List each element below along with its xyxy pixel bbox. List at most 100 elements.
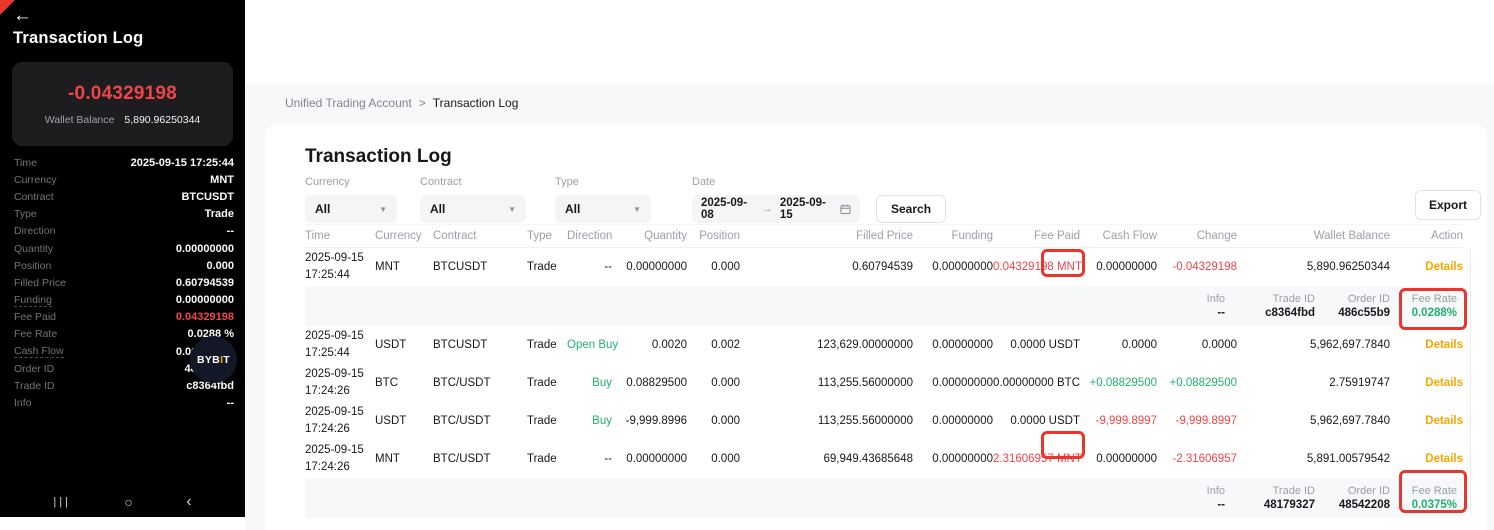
contract-filter-label: Contract <box>420 176 526 188</box>
detail-label: Filled Price <box>14 277 66 289</box>
cell-position: 0.000 <box>687 259 740 276</box>
column-header-type: Type <box>527 230 567 242</box>
cell-contract: BTCUSDT <box>433 337 527 354</box>
cell-currency: MNT <box>375 451 433 468</box>
chevron-down-icon: ▼ <box>379 205 387 214</box>
type-select[interactable]: All ▼ <box>555 195 651 223</box>
cell-change: -0.04329198 <box>1157 259 1237 276</box>
cell-time: 2025-09-1517:24:26 <box>305 366 375 399</box>
cell-contract: BTC/USDT <box>433 451 527 468</box>
cell-time-date: 2025-09-15 <box>305 444 364 456</box>
cell-type: Trade <box>527 337 567 354</box>
detail-label: Funding <box>14 294 52 307</box>
cell-quantity: -9,999.8996 <box>612 413 687 430</box>
expanded-stat-fee-rate: Fee Rate0.0375% <box>1347 485 1457 511</box>
cell-fee_paid: 0.0000 USDT <box>993 413 1080 430</box>
mobile-detail-row: Time2025-09-15 17:25:44 <box>14 154 234 171</box>
details-link[interactable]: Details <box>1390 259 1463 276</box>
wallet-balance-label: Wallet Balance <box>45 114 115 126</box>
summary-card: -0.04329198 Wallet Balance 5,890.9625034… <box>12 62 233 146</box>
cell-quantity: 0.00000000 <box>612 451 687 468</box>
cell-quantity: 0.00000000 <box>612 259 687 276</box>
mobile-detail-row: ContractBTCUSDT <box>14 188 234 205</box>
cell-time-clock: 17:25:44 <box>305 345 375 362</box>
contract-select[interactable]: All ▼ <box>420 195 526 223</box>
cell-wallet_balance: 5,891.00579542 <box>1237 451 1390 468</box>
detail-label: Time <box>14 157 37 169</box>
table-header-row: TimeCurrencyContractTypeDirectionQuantit… <box>305 224 1463 248</box>
expanded-stat-fee-rate: Fee Rate0.0288% <box>1347 293 1457 319</box>
column-header-time: Time <box>305 230 375 242</box>
expanded-stat-label: Fee Rate <box>1347 293 1457 305</box>
table-row: 2025-09-1517:25:44USDTBTCUSDTTradeOpen B… <box>305 326 1463 364</box>
column-header-funding: Funding <box>913 230 993 242</box>
page-title: Transaction Log <box>305 146 452 168</box>
summary-amount: -0.04329198 <box>68 83 177 105</box>
cell-time-date: 2025-09-15 <box>305 330 364 342</box>
table-row: 2025-09-1517:24:26BTCBTC/USDTTradeBuy0.0… <box>305 364 1463 402</box>
detail-label: Position <box>14 260 51 272</box>
home-icon[interactable]: ○ <box>124 494 132 510</box>
back-arrow-icon[interactable]: ← <box>13 5 32 27</box>
cell-type: Trade <box>527 259 567 276</box>
detail-value: 0.00000000 <box>176 294 234 306</box>
date-range-picker[interactable]: 2025-09-08 → 2025-09-15 <box>692 195 860 223</box>
detail-label: Direction <box>14 225 55 237</box>
cell-filled_price: 113,255.56000000 <box>740 413 913 430</box>
breadcrumb: Unified Trading Account>Transaction Log <box>285 96 518 110</box>
cell-change: +0.08829500 <box>1157 375 1237 392</box>
date-end: 2025-09-15 <box>780 197 833 221</box>
mobile-detail-row: Trade IDc8364fbd <box>14 377 234 394</box>
mobile-detail-row: Funding 0.00000000 <box>14 292 234 309</box>
cell-contract: BTC/USDT <box>433 413 527 430</box>
contract-filter: Contract All ▼ <box>420 176 526 223</box>
type-filter: Type All ▼ <box>555 176 651 223</box>
column-header-currency: Currency <box>375 230 433 242</box>
cell-cash_flow: 0.00000000 <box>1080 451 1157 468</box>
column-header-direction: Direction <box>567 230 612 242</box>
column-header-action: Action <box>1390 230 1463 242</box>
recents-icon[interactable]: ||| <box>53 496 71 508</box>
details-link[interactable]: Details <box>1390 413 1463 430</box>
details-link[interactable]: Details <box>1390 375 1463 392</box>
cell-cash_flow: -9,999.8997 <box>1080 413 1157 430</box>
cell-time: 2025-09-1517:24:26 <box>305 442 375 475</box>
currency-select[interactable]: All ▼ <box>305 195 397 223</box>
arrow-right-icon: → <box>761 203 773 215</box>
bybit-logo-text: BYB <box>197 354 220 366</box>
export-button[interactable]: Export <box>1415 190 1481 220</box>
breadcrumb-current: Transaction Log <box>433 96 519 110</box>
detail-label: Cash Flow <box>14 345 64 358</box>
nav-back-icon[interactable]: ‹ <box>186 493 191 511</box>
cell-type: Trade <box>527 451 567 468</box>
detail-value: 0.00000000 <box>176 243 234 255</box>
expanded-stat-value: 0.0375% <box>1347 499 1457 511</box>
breadcrumb-parent-link[interactable]: Unified Trading Account <box>285 96 412 110</box>
detail-value: -- <box>227 397 234 409</box>
cell-currency: BTC <box>375 375 433 392</box>
cell-time: 2025-09-1517:24:26 <box>305 404 375 437</box>
column-header-quantity: Quantity <box>612 230 687 242</box>
detail-label: Order ID <box>14 363 54 375</box>
cell-time-clock: 17:25:44 <box>305 267 375 284</box>
detail-label: Contract <box>14 191 54 203</box>
wallet-balance-value: 5,890.96250344 <box>124 114 200 126</box>
details-link[interactable]: Details <box>1390 451 1463 468</box>
chevron-down-icon: ▼ <box>633 205 641 214</box>
date-filter-label: Date <box>692 176 860 188</box>
cell-filled_price: 123,629.00000000 <box>740 337 913 354</box>
mobile-detail-row: CurrencyMNT <box>14 171 234 188</box>
cell-cash_flow: 0.00000000 <box>1080 259 1157 276</box>
cell-funding: 0.00000000 <box>913 375 993 392</box>
cell-cash_flow: 0.0000 <box>1080 337 1157 354</box>
cell-funding: 0.00000000 <box>913 451 993 468</box>
column-header-fee_paid: Fee Paid <box>993 230 1080 242</box>
cell-currency: USDT <box>375 337 433 354</box>
detail-label: Info <box>14 397 32 409</box>
table-row: 2025-09-1517:24:26USDTBTC/USDTTradeBuy-9… <box>305 402 1463 440</box>
search-button[interactable]: Search <box>876 195 946 223</box>
cell-contract: BTCUSDT <box>433 259 527 276</box>
cell-position: 0.000 <box>687 413 740 430</box>
detail-value: 0.000 <box>206 260 234 272</box>
details-link[interactable]: Details <box>1390 337 1463 354</box>
